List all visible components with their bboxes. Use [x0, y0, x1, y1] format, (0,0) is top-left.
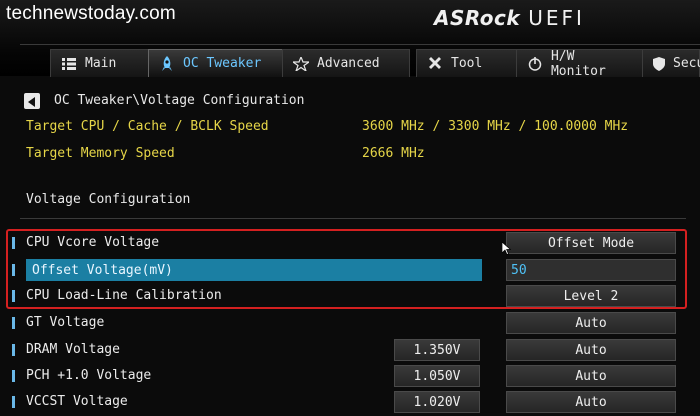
section-divider — [20, 218, 686, 219]
tab-advanced[interactable]: Advanced — [282, 49, 410, 77]
breadcrumb: OC Tweaker\Voltage Configuration — [54, 93, 305, 108]
pch-voltage-label[interactable]: PCH +1.0 Voltage — [26, 368, 151, 383]
brand-product: UEFI — [528, 6, 585, 30]
brand-logo: ASRock UEFI — [434, 6, 585, 30]
target-cpu-value: 3600 MHz / 3300 MHz / 100.0000 MHz — [362, 119, 629, 134]
tools-icon — [427, 56, 443, 72]
vccst-voltage-label[interactable]: VCCST Voltage — [26, 394, 128, 409]
tab-main-label: Main — [85, 56, 117, 71]
tab-oc-tweaker[interactable]: OC Tweaker — [148, 49, 288, 77]
row-indicator — [12, 290, 15, 302]
back-arrow-icon — [28, 92, 36, 111]
row-indicator — [12, 344, 15, 356]
cpu-llc-label[interactable]: CPU Load-Line Calibration — [26, 288, 222, 303]
main-tab-bar: Main OC Tweaker Advanced Tool H/W Monito… — [20, 44, 700, 79]
rocket-icon — [159, 55, 175, 72]
mouse-cursor-icon — [501, 240, 512, 259]
target-memory-value: 2666 MHz — [362, 146, 425, 161]
uefi-header: technewstoday.com ASRock UEFI Main OC Twe… — [0, 0, 700, 79]
row-indicator — [12, 317, 15, 329]
row-indicator — [12, 370, 15, 382]
tab-main[interactable]: Main — [50, 49, 162, 77]
pch-voltage-select[interactable]: Auto — [506, 365, 676, 387]
row-indicator — [12, 237, 15, 249]
row-indicator — [12, 396, 15, 408]
offset-voltage-input[interactable]: 50 — [506, 259, 676, 281]
star-icon — [293, 56, 309, 72]
tab-hw-monitor-label: H/W Monitor — [550, 48, 606, 79]
power-icon — [527, 56, 543, 72]
tab-security[interactable]: Secu — [642, 49, 700, 77]
pch-voltage-reading: 1.050V — [394, 365, 480, 387]
settings-panel: OC Tweaker\Voltage Configuration Target … — [0, 76, 700, 416]
section-title: Voltage Configuration — [26, 192, 191, 207]
shield-icon — [653, 56, 665, 72]
dram-voltage-select[interactable]: Auto — [506, 339, 676, 361]
cpu-vcore-voltage-select[interactable]: Offset Mode — [506, 232, 676, 254]
dram-voltage-reading: 1.350V — [394, 339, 480, 361]
target-cpu-label: Target CPU / Cache / BCLK Speed — [26, 119, 269, 134]
cpu-llc-select[interactable]: Level 2 — [506, 285, 676, 307]
tab-hw-monitor[interactable]: H/W Monitor — [516, 48, 648, 79]
offset-voltage-label[interactable]: Offset Voltage(mV) — [26, 259, 482, 281]
tab-oc-tweaker-label: OC Tweaker — [183, 56, 262, 71]
dram-voltage-label[interactable]: DRAM Voltage — [26, 342, 120, 357]
gt-voltage-select[interactable]: Auto — [506, 312, 676, 334]
tab-tool-label: Tool — [451, 56, 483, 71]
target-memory-label: Target Memory Speed — [26, 146, 175, 161]
vccst-voltage-reading: 1.020V — [394, 391, 480, 413]
tab-security-label: Secu — [673, 56, 700, 71]
tab-tool[interactable]: Tool — [416, 49, 520, 77]
brand-name: ASRock — [434, 6, 521, 30]
cpu-vcore-voltage-label[interactable]: CPU Vcore Voltage — [26, 235, 159, 250]
back-button[interactable] — [24, 93, 40, 109]
row-indicator — [12, 264, 15, 276]
tab-advanced-label: Advanced — [317, 56, 380, 71]
vccst-voltage-select[interactable]: Auto — [506, 391, 676, 413]
list-icon — [61, 56, 77, 72]
gt-voltage-label[interactable]: GT Voltage — [26, 315, 104, 330]
site-watermark: technewstoday.com — [6, 3, 176, 24]
